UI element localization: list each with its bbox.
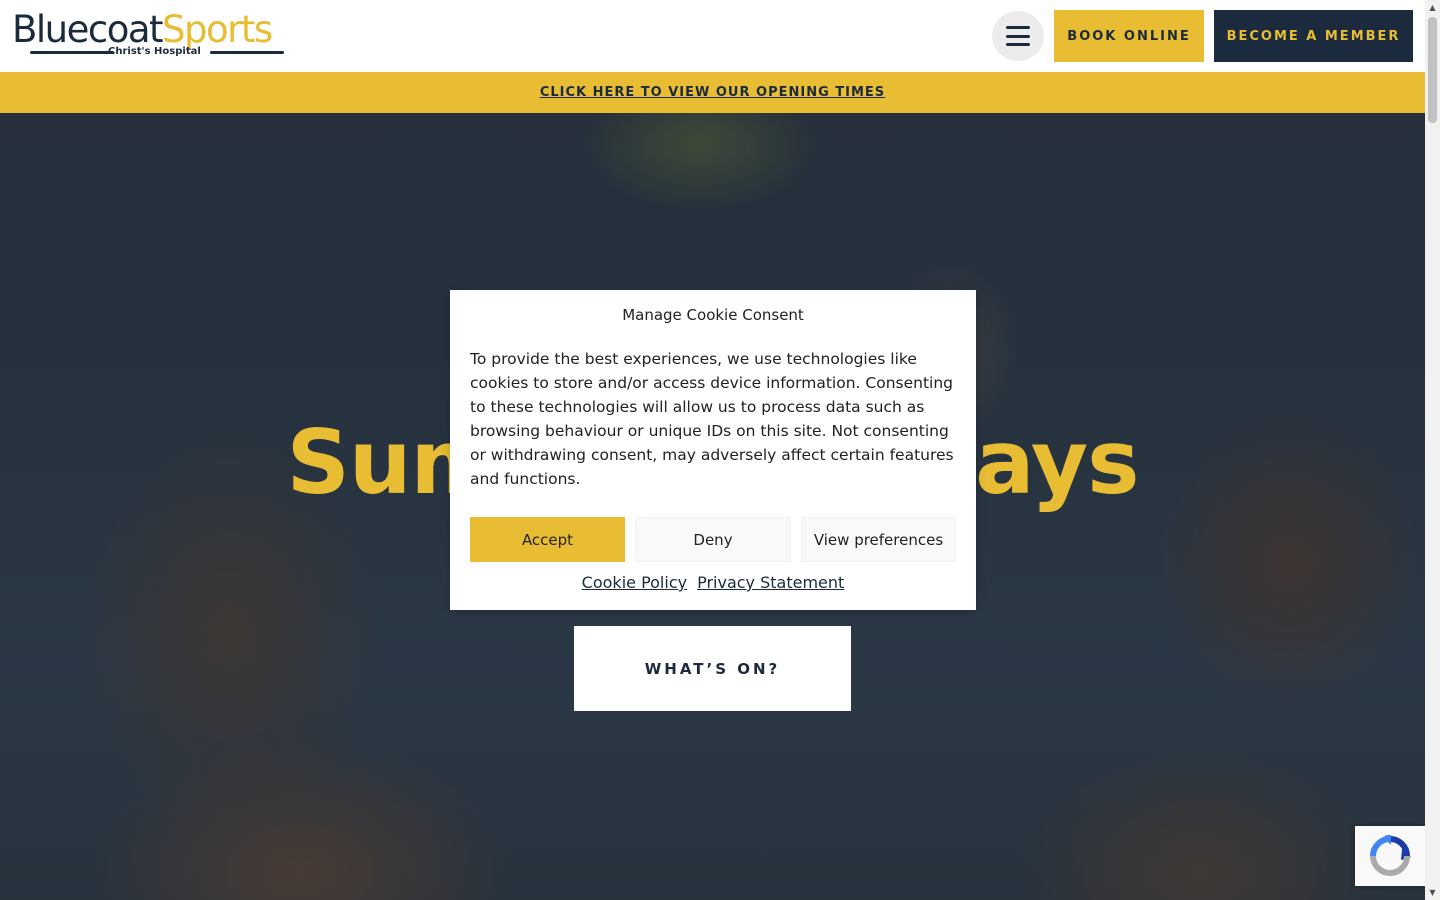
hamburger-icon <box>1006 26 1030 46</box>
scroll-up-arrow-icon[interactable]: ▲ <box>1425 0 1440 15</box>
recaptcha-badge[interactable] <box>1355 826 1425 886</box>
logo-subtitle: Christ's Hospital <box>108 46 201 57</box>
opening-times-notice-bar: CLICK HERE TO VIEW OUR OPENING TIMES <box>0 72 1425 113</box>
bluecoat-sports-logo[interactable]: BluecoatSports Christ's Hospital <box>12 10 294 60</box>
deny-cookies-button[interactable]: Deny <box>635 517 791 562</box>
logo-wordmark: BluecoatSports <box>12 8 273 51</box>
logo-wordmark-part2: Sports <box>162 8 273 51</box>
logo-swoosh-right <box>210 51 284 54</box>
whats-on-button[interactable]: WHAT’S ON? <box>574 626 851 711</box>
become-a-member-button[interactable]: BECOME A MEMBER <box>1214 10 1413 62</box>
menu-toggle-button[interactable] <box>992 11 1044 61</box>
scrollbar-thumb[interactable] <box>1428 17 1437 123</box>
cookie-modal-message: To provide the best experiences, we use … <box>470 350 954 488</box>
opening-times-link[interactable]: CLICK HERE TO VIEW OUR OPENING TIMES <box>540 85 885 100</box>
cookie-consent-modal: Manage Cookie Consent To provide the bes… <box>450 290 976 610</box>
page-scrollbar[interactable]: ▲ ▼ <box>1425 0 1440 900</box>
book-online-button[interactable]: BOOK ONLINE <box>1054 10 1204 62</box>
scroll-down-arrow-icon[interactable]: ▼ <box>1425 885 1440 900</box>
logo-wordmark-part1: Bluecoat <box>12 8 164 51</box>
site-header: BluecoatSports Christ's Hospital BOOK ON… <box>0 0 1425 72</box>
accept-cookies-button[interactable]: Accept <box>470 517 625 562</box>
cookie-modal-buttons: Accept Deny View preferences <box>470 517 956 562</box>
privacy-statement-link[interactable]: Privacy Statement <box>697 573 844 592</box>
logo-swoosh-left <box>30 51 114 54</box>
cookie-modal-title: Manage Cookie Consent <box>622 306 804 324</box>
cookie-modal-links: Cookie Policy Privacy Statement <box>450 573 976 592</box>
recaptcha-icon <box>1370 835 1411 876</box>
cookie-policy-link[interactable]: Cookie Policy <box>582 573 687 592</box>
view-preferences-button[interactable]: View preferences <box>801 517 956 562</box>
